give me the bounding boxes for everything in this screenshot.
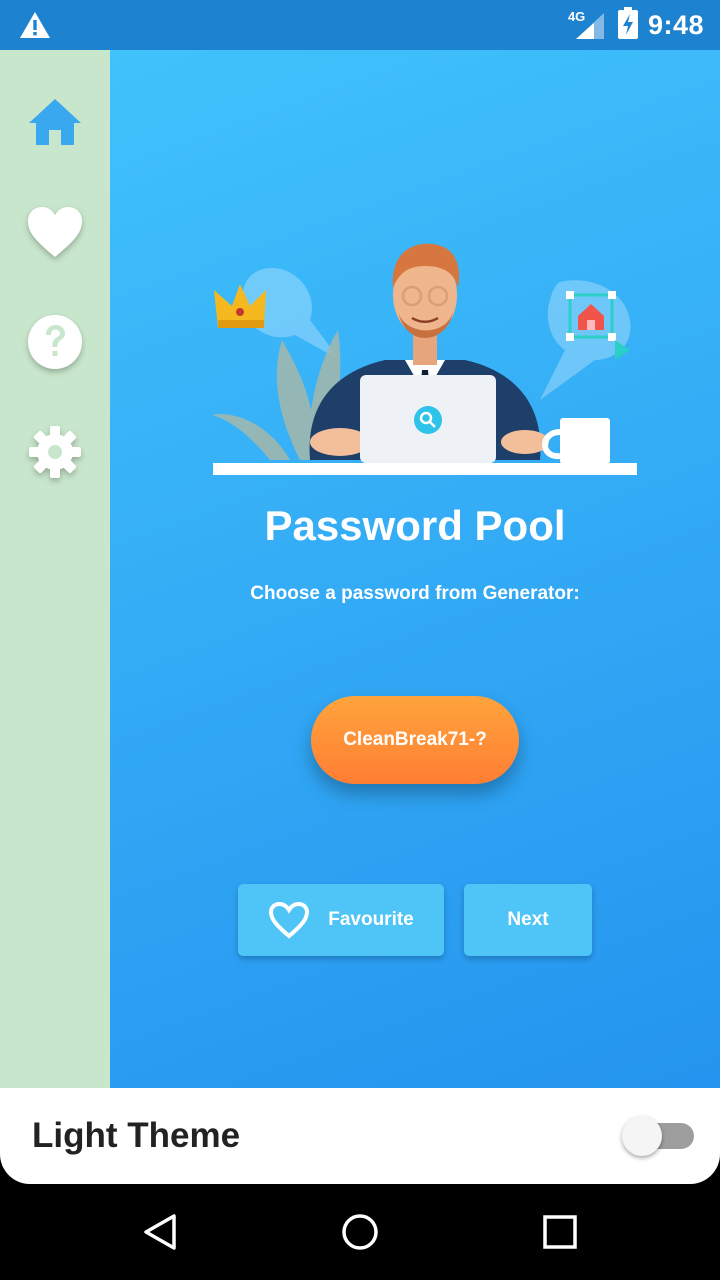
signal-icon: 4G (568, 9, 608, 41)
hero-illustration (210, 220, 640, 480)
back-button[interactable] (136, 1208, 184, 1256)
password-button[interactable]: CleanBreak71-? (311, 696, 519, 784)
home-icon (29, 99, 81, 145)
home-button[interactable] (336, 1208, 384, 1256)
battery-charging-icon (617, 6, 638, 44)
favourite-button[interactable]: Favourite (238, 884, 444, 956)
navigation-bar (0, 1184, 720, 1280)
back-triangle-icon (144, 1214, 176, 1250)
content-panel: Password Pool Choose a password from Gen… (110, 50, 720, 1088)
theme-bar: Light Theme (0, 1088, 720, 1184)
sidebar-item-settings[interactable] (25, 422, 85, 482)
sidebar-item-help[interactable] (25, 312, 85, 372)
status-bar: 4G 9:48 (0, 0, 720, 50)
main-area: Password Pool Choose a password from Gen… (0, 50, 720, 1088)
sidebar-item-home[interactable] (25, 92, 85, 152)
page-title: Password Pool (264, 502, 566, 549)
favourite-label: Favourite (328, 909, 414, 930)
heart-icon (28, 207, 82, 257)
theme-label: Light Theme (32, 1116, 241, 1155)
page-subtitle: Choose a password from Generator: (250, 583, 580, 604)
warning-icon (18, 10, 52, 40)
theme-toggle[interactable] (622, 1114, 696, 1158)
recents-square-icon (543, 1215, 577, 1249)
sidebar (0, 50, 110, 1088)
clock: 9:48 (647, 9, 704, 40)
home-circle-icon (342, 1214, 378, 1250)
gear-icon (29, 426, 81, 478)
heart-outline-icon (269, 901, 310, 939)
status-icons: 4G 9:48 (568, 6, 704, 44)
help-icon (28, 315, 82, 369)
sidebar-item-favourites[interactable] (25, 202, 85, 262)
next-button[interactable]: Next (464, 884, 592, 956)
toggle-thumb (622, 1116, 662, 1156)
recents-button[interactable] (536, 1208, 584, 1256)
